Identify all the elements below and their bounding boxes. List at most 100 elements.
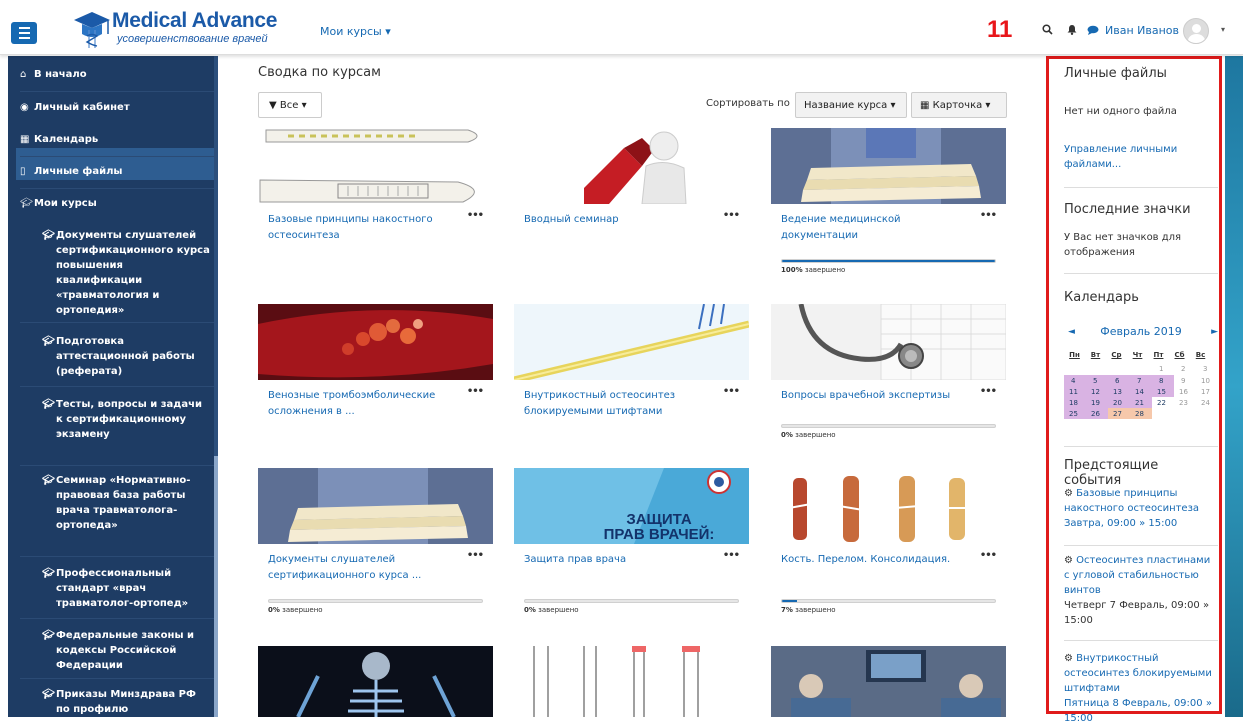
svg-text:18: 18 — [1069, 399, 1078, 407]
nav-course-5[interactable]: 🎓︎ Профессиональный стандарт «врач травма… — [42, 566, 211, 611]
filter-icon: ▼ — [269, 100, 280, 111]
logo-title: Medical Advance — [112, 9, 278, 32]
nav-course-label: Федеральные законы и кодексы Российской … — [56, 630, 194, 671]
user-avatar[interactable] — [1183, 18, 1209, 44]
nav-course-1[interactable]: 🎓︎ Документы слушателей сертификационного… — [42, 228, 211, 318]
course-title[interactable]: Ведение медицинской документации — [781, 212, 971, 244]
my-courses-menu[interactable]: Мои курсы ▾ — [320, 25, 391, 38]
block-title: Предстоящие события — [1064, 458, 1159, 488]
nav-course-label: Подготовка аттестационной работы (рефера… — [56, 336, 195, 377]
svg-text:10: 10 — [1201, 377, 1210, 385]
sidebar-scrollbar-thumb[interactable] — [214, 456, 218, 717]
progress-suffix: завершено — [804, 266, 846, 274]
user-name[interactable]: Иван Иванов — [1105, 24, 1179, 37]
svg-text:19: 19 — [1091, 399, 1100, 407]
event-item[interactable]: ⚙ Внутрикостный остеосинтез блокируемыми… — [1064, 651, 1216, 726]
manage-files-link[interactable]: Управление личными файлами... — [1064, 142, 1216, 172]
site-logo[interactable]: Medical Advance усовершенствование враче… — [70, 8, 295, 50]
nav-my-courses[interactable]: 🎓︎Мои курсы — [20, 196, 97, 211]
divider — [1064, 273, 1218, 274]
svg-text:11: 11 — [1069, 388, 1078, 396]
course-menu-dots[interactable]: ••• — [980, 386, 997, 397]
nav-course-7[interactable]: 🎓︎ Приказы Минздрава РФ по профилю — [42, 687, 211, 717]
dayname: Чт — [1132, 351, 1143, 359]
nav-private-files[interactable]: ▯ Личные файлы — [20, 164, 122, 179]
svg-text:12: 12 — [1091, 388, 1100, 396]
calendar-month: Февраль 2019 — [1100, 325, 1182, 338]
user-menu-caret-icon[interactable]: ▾ — [1221, 25, 1225, 34]
course-image — [771, 468, 1006, 544]
bell-icon[interactable] — [1067, 24, 1077, 38]
course-title[interactable]: Венозные тромбоэмболические осложнения в… — [268, 388, 458, 420]
nav-dashboard[interactable]: ◉ Личный кабинет — [20, 100, 130, 115]
course-title[interactable]: Вводный семинар — [524, 212, 714, 228]
course-image — [514, 304, 749, 380]
course-image: ЗАЩИТА ПРАВ ВРАЧЕЙ: — [514, 468, 749, 544]
divider — [20, 556, 214, 557]
divider — [20, 91, 214, 92]
event-item[interactable]: ⚙ Остеосинтез пластинами с угловой стаби… — [1064, 553, 1216, 628]
course-progress-text: 100% завершено — [781, 266, 845, 274]
course-image — [258, 646, 493, 717]
event-item[interactable]: ⚙ Базовые принципы накостного остеосинте… — [1064, 486, 1216, 531]
progress-percent: 7% — [781, 606, 793, 614]
course-progress-text: 0% завершено — [268, 606, 323, 614]
nav-course-label: Документы слушателей сертификационного к… — [56, 230, 210, 316]
nav-course-2[interactable]: 🎓︎ Подготовка аттестационной работы (рефе… — [42, 334, 211, 379]
course-menu-dots[interactable]: ••• — [723, 386, 740, 397]
grid-icon: ▦ — [920, 100, 933, 111]
nav-calendar-label: Календарь — [34, 134, 99, 145]
course-title[interactable]: Кость. Перелом. Консолидация. — [781, 552, 971, 568]
divider — [20, 156, 214, 157]
dayname: Пт — [1153, 351, 1164, 359]
filter-dropdown[interactable]: ▼ Все ▾ — [258, 92, 322, 118]
svg-text:22: 22 — [1157, 399, 1166, 407]
course-menu-dots[interactable]: ••• — [723, 210, 740, 221]
course-image — [514, 646, 749, 717]
sort-dropdown[interactable]: Название курса ▾ — [795, 92, 907, 118]
svg-text:3: 3 — [1203, 365, 1207, 373]
graduation-cap-logo-icon — [74, 12, 110, 48]
course-menu-dots[interactable]: ••• — [467, 210, 484, 221]
course-menu-dots[interactable]: ••• — [467, 386, 484, 397]
nav-course-4[interactable]: 🎓︎ Семинар «Нормативно-правовая база рабо… — [42, 473, 211, 533]
course-menu-dots[interactable]: ••• — [980, 210, 997, 221]
view-mode-dropdown[interactable]: ▦ Карточка ▾ — [911, 92, 1007, 118]
search-icon[interactable] — [1042, 24, 1053, 38]
course-menu-dots[interactable]: ••• — [980, 550, 997, 561]
sort-label: Сортировать по — [706, 98, 790, 109]
nav-calendar[interactable]: ▦ Календарь — [20, 132, 98, 147]
event-title[interactable]: Остеосинтез пластинами с угловой стабиль… — [1064, 555, 1210, 596]
svg-text:20: 20 — [1113, 399, 1122, 407]
divider — [20, 465, 214, 466]
course-image — [771, 646, 1006, 717]
dayname: Пн — [1069, 351, 1080, 359]
course-title[interactable]: Вопросы врачебной экспертизы — [781, 388, 971, 404]
course-progress-bar — [781, 599, 996, 603]
left-nav-drawer: ⌂ В начало ◉ Личный кабинет ▦ Календарь ▯ Ли… — [8, 56, 218, 717]
course-title[interactable]: Внутрикостный остеосинтез блокируемыми ш… — [524, 388, 714, 420]
file-icon: ▯ — [20, 166, 26, 177]
divider — [1064, 640, 1218, 641]
nav-course-3[interactable]: 🎓︎ Тесты, вопросы и задачи к сертификацио… — [42, 397, 211, 442]
course-title[interactable]: Документы слушателей сертификационного к… — [268, 552, 458, 584]
course-overview-title: Сводка по курсам — [258, 65, 381, 80]
divider — [1064, 187, 1218, 188]
course-progress-bar — [268, 599, 483, 603]
course-menu-dots[interactable]: ••• — [467, 550, 484, 561]
event-title[interactable]: Внутрикостный остеосинтез блокируемыми ш… — [1064, 653, 1212, 694]
course-image — [771, 304, 1006, 380]
menu-toggle-button[interactable] — [11, 22, 37, 44]
course-title[interactable]: Защита прав врача — [524, 552, 714, 568]
course-menu-dots[interactable]: ••• — [723, 550, 740, 561]
course-title[interactable]: Базовые принципы накостного остеосинтеза — [268, 212, 458, 244]
svg-text:9: 9 — [1181, 377, 1185, 385]
chat-icon[interactable] — [1087, 24, 1099, 38]
image-caption-line1: ЗАЩИТА — [626, 511, 692, 528]
event-title[interactable]: Базовые принципы накостного остеосинтеза — [1064, 488, 1199, 514]
calendar-next-arrow-icon[interactable]: ► — [1211, 327, 1218, 337]
nav-home[interactable]: ⌂ В начало — [20, 67, 87, 82]
calendar-prev-arrow-icon[interactable]: ◄ — [1068, 327, 1075, 337]
nav-course-6[interactable]: 🎓︎ Федеральные законы и кодексы Российско… — [42, 628, 211, 673]
calendar-daynames: Пн Вт Ср Чт Пт Сб Вс — [1064, 350, 1211, 361]
